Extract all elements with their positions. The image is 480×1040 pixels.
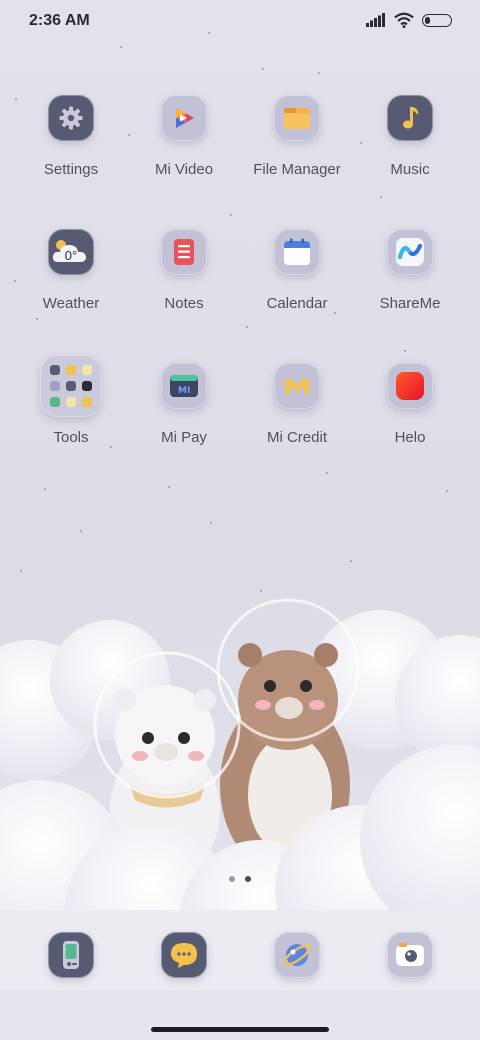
calendar-icon	[274, 229, 320, 275]
app-label: ShareMe	[379, 295, 441, 312]
app-weather[interactable]: 0° Weather	[15, 229, 127, 312]
weather-temperature: 0°	[64, 247, 78, 263]
status-time: 2:36 AM	[29, 12, 90, 29]
wallet-icon: MI	[161, 363, 207, 409]
page-dot-2[interactable]	[245, 876, 251, 882]
folder-icon	[274, 95, 320, 141]
status-icons	[366, 12, 452, 28]
settings-icon	[48, 95, 94, 141]
wallpaper-clouds-bears	[0, 598, 480, 990]
helo-icon	[387, 363, 433, 409]
dock-messages[interactable]	[128, 932, 240, 978]
app-notes[interactable]: Notes	[128, 229, 240, 312]
mi-video-icon	[161, 95, 207, 141]
mi-credit-icon	[274, 363, 320, 409]
app-mi-pay[interactable]: MI Mi Pay	[128, 363, 240, 446]
weather-cloud-icon: 0°	[48, 229, 94, 275]
app-label: Weather	[42, 295, 100, 312]
app-helo[interactable]: Helo	[354, 363, 466, 446]
wifi-icon	[394, 12, 414, 28]
app-shareme[interactable]: ShareMe	[354, 229, 466, 312]
phone-icon	[48, 932, 94, 978]
signal-icon	[366, 13, 385, 27]
app-label: Mi Pay	[161, 429, 207, 446]
status-bar: 2:36 AM	[0, 0, 480, 44]
svg-text:MI: MI	[178, 386, 190, 396]
messages-icon	[161, 932, 207, 978]
tools-folder-icon	[40, 355, 102, 417]
shareme-icon	[387, 229, 433, 275]
page-dot-1[interactable]	[229, 876, 235, 882]
dock-camera[interactable]	[354, 932, 466, 978]
camera-icon	[387, 932, 433, 978]
app-label: Settings	[43, 161, 99, 178]
app-label: Music	[390, 161, 430, 178]
notes-icon	[161, 229, 207, 275]
app-label: Notes	[164, 295, 204, 312]
app-mi-credit[interactable]: Mi Credit	[241, 363, 353, 446]
app-label: Calendar	[266, 295, 328, 312]
page-indicator	[0, 876, 480, 882]
app-calendar[interactable]: Calendar	[241, 229, 353, 312]
battery-icon	[422, 13, 452, 27]
app-tools-folder[interactable]: Tools	[15, 355, 127, 446]
app-file-manager[interactable]: File Manager	[241, 95, 353, 178]
app-label: File Manager	[253, 161, 341, 178]
app-music[interactable]: Music	[354, 95, 466, 178]
app-label: Helo	[394, 429, 426, 446]
music-note-icon	[387, 95, 433, 141]
app-label: Tools	[53, 429, 89, 446]
home-indicator-bar[interactable]	[151, 1027, 329, 1032]
dock-browser[interactable]	[241, 932, 353, 978]
app-label: Mi Video	[154, 161, 214, 178]
app-label: Mi Credit	[266, 429, 327, 446]
browser-icon	[274, 932, 320, 978]
app-mi-video[interactable]: Mi Video	[128, 95, 240, 178]
dock-phone[interactable]	[15, 932, 127, 978]
app-settings[interactable]: Settings	[15, 95, 127, 178]
